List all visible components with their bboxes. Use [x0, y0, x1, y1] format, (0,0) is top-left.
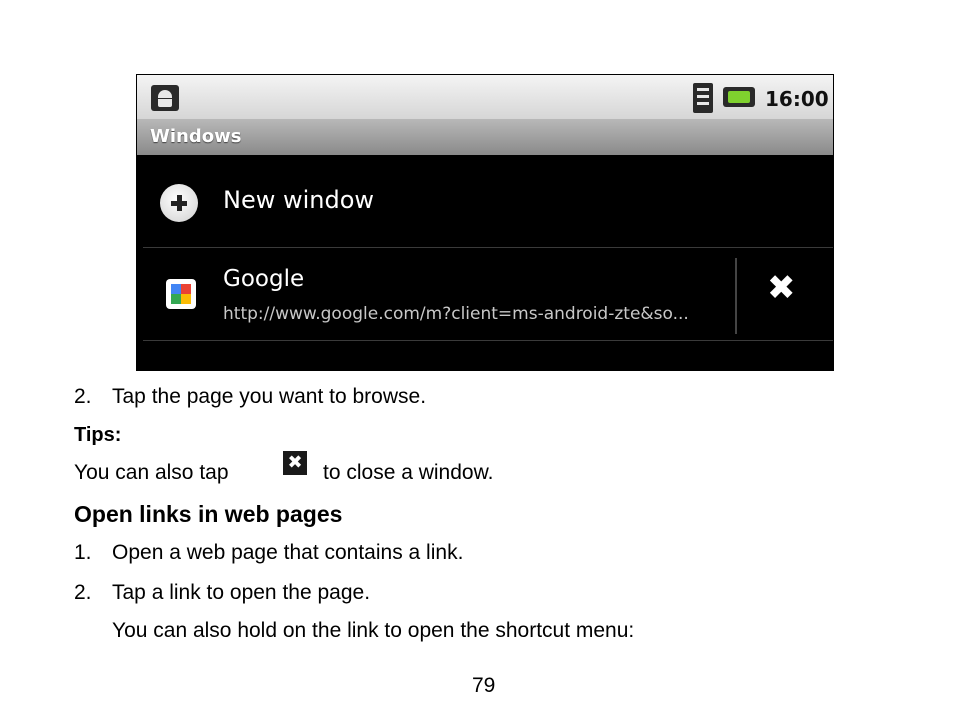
step-number: 2. — [74, 581, 92, 604]
step-text: Open a web page that contains a link. — [112, 541, 464, 564]
section-heading: Open links in web pages — [74, 501, 343, 527]
battery-icon — [723, 87, 755, 107]
new-window-label: New window — [223, 186, 375, 214]
browser-windows-screenshot: 16:00 Windows New window Google http://w… — [136, 74, 834, 371]
plus-icon — [160, 184, 198, 222]
google-window-row[interactable]: Google http://www.google.com/m?client=ms… — [143, 248, 833, 341]
row-divider — [735, 258, 737, 334]
step-number: 2. — [74, 385, 92, 408]
window-url: http://www.google.com/m?client=ms-androi… — [223, 304, 689, 324]
step-note: You can also hold on the link to open th… — [112, 619, 635, 642]
google-icon — [166, 279, 196, 309]
status-bar: 16:00 — [137, 75, 833, 119]
tips-label: Tips: — [74, 424, 122, 446]
step-text: Tap the page you want to browse. — [112, 385, 427, 408]
status-time: 16:00 — [765, 87, 829, 111]
window-title: Google — [223, 266, 305, 292]
windows-title: Windows — [150, 126, 242, 147]
android-icon — [151, 85, 179, 111]
step-number: 1. — [74, 541, 92, 564]
wifi-icon — [693, 83, 713, 113]
tip-text-after: to close a window. — [323, 461, 494, 484]
windows-title-bar: Windows — [137, 119, 833, 155]
new-window-row[interactable]: New window — [143, 155, 833, 248]
step-text: Tap a link to open the page. — [112, 581, 371, 604]
close-icon[interactable]: ✖ — [767, 268, 796, 308]
page-number: 79 — [472, 674, 496, 697]
close-icon: ✖ — [283, 451, 307, 475]
tip-text-before: You can also tap — [74, 461, 229, 484]
